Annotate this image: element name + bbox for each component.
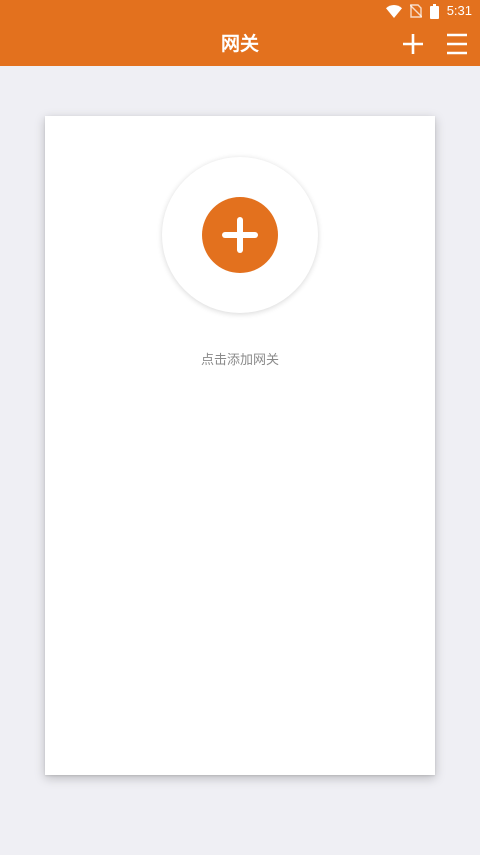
status-time: 5:31 [446, 3, 472, 18]
add-gateway-label: 点击添加网关 [200, 353, 279, 368]
menu-icon [447, 33, 467, 55]
status-bar: 5:31 [0, 0, 480, 22]
gateway-card: 点击添加网关 [45, 116, 435, 775]
menu-button[interactable] [443, 30, 471, 58]
status-icons: 5:31 [385, 3, 472, 19]
wifi-icon [385, 4, 402, 18]
no-sim-icon [409, 4, 422, 18]
add-gateway-button[interactable] [162, 157, 318, 313]
add-gateway-circle [202, 197, 278, 273]
add-plus-icon [222, 217, 258, 253]
battery-icon [429, 3, 439, 19]
add-button[interactable] [399, 30, 427, 58]
app-bar: 5:31 网关 [0, 0, 480, 66]
toolbar: 网关 [0, 22, 480, 66]
plus-icon [403, 34, 423, 54]
